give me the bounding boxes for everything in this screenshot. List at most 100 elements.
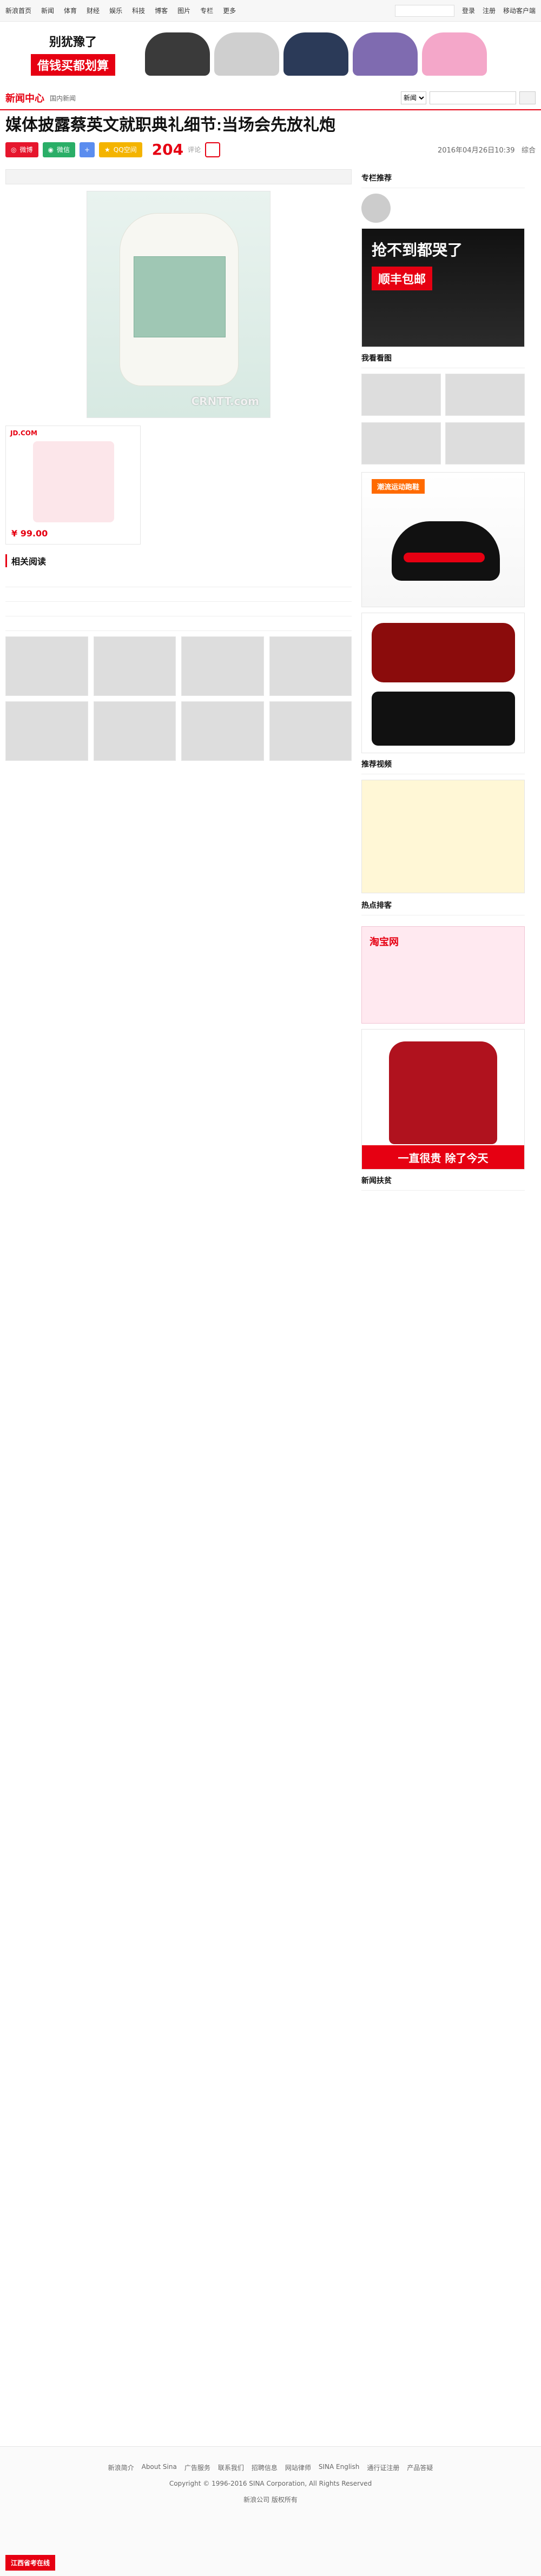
footer-link[interactable]: 联系我们 bbox=[218, 2463, 244, 2472]
side-column: 专栏推荐 抢不到都哭了 顺丰包邮 我看看图 潮流运动跑鞋 推荐视频 热点排客 淘… bbox=[361, 169, 525, 1196]
footer-link[interactable]: SINA English bbox=[319, 2463, 360, 2472]
related-item[interactable] bbox=[5, 616, 352, 631]
side-grid-item[interactable] bbox=[445, 422, 525, 467]
related-item[interactable] bbox=[5, 573, 352, 587]
topnav-item[interactable]: 专栏 bbox=[200, 6, 213, 15]
side-grid-item[interactable] bbox=[445, 374, 525, 418]
my-title-text: 我看看图 bbox=[361, 354, 392, 363]
topnav-item[interactable]: 娱乐 bbox=[109, 6, 122, 15]
thumbnail[interactable] bbox=[269, 636, 352, 696]
side-ad-taobao-title: 淘宝网 bbox=[370, 937, 399, 948]
hot-title-text: 热点排客 bbox=[361, 901, 392, 910]
side-ad-taobao[interactable]: 淘宝网 bbox=[361, 926, 525, 1024]
footer-link[interactable]: 网站律师 bbox=[285, 2463, 311, 2472]
side-ad-car-shirt[interactable] bbox=[361, 613, 525, 753]
topnav-search[interactable] bbox=[394, 4, 454, 17]
jd-ad[interactable]: JD.COM ¥ 99.00 bbox=[5, 426, 141, 545]
thumbnail[interactable] bbox=[181, 701, 264, 761]
article-title: 媒体披露蔡英文就职典礼细节:当场会先放礼炮 bbox=[5, 116, 335, 134]
channel-search-button[interactable] bbox=[519, 91, 536, 104]
footer-link[interactable]: About Sina bbox=[142, 2463, 177, 2472]
weibo-icon: ◎ bbox=[11, 145, 17, 154]
share-qzone-button[interactable]: ★ QQ空间 bbox=[99, 142, 142, 157]
plus-icon: + bbox=[84, 145, 90, 154]
side-ad-car-image bbox=[372, 623, 515, 682]
top-ad-banner[interactable]: 别犹豫了 借钱买都划算 bbox=[0, 22, 541, 87]
channel-search-input[interactable] bbox=[430, 91, 516, 104]
topnav-right: 登录 注册 移动客户端 bbox=[394, 4, 536, 17]
copyright-2: 新浪公司 版权所有 bbox=[243, 2496, 298, 2504]
topnav-item[interactable]: 博客 bbox=[155, 6, 168, 15]
share-bar: ◎ 微博 ◉ 微信 + ★ QQ空间 204 评论 2016年04月26日10:39 … bbox=[0, 135, 541, 164]
topnav-item[interactable]: 科技 bbox=[132, 6, 145, 15]
channel-logo[interactable]: 新闻中心 bbox=[5, 91, 44, 105]
side-grid-item[interactable] bbox=[361, 422, 441, 467]
ad-product-image bbox=[283, 32, 348, 76]
footer-link[interactable]: 产品答疑 bbox=[407, 2463, 433, 2472]
ad-cta[interactable]: 借钱买都划算 bbox=[30, 54, 115, 76]
thumbnail[interactable] bbox=[5, 636, 88, 696]
content-columns: CRNTT.com JD.COM ¥ 99.00 相关阅读 专栏推荐 抢不到都哭… bbox=[0, 164, 541, 1201]
side-ad-button[interactable]: 顺丰包邮 bbox=[372, 267, 433, 290]
avatar bbox=[361, 194, 391, 223]
side-ad-shirt-bar: 一直很贵 除了今天 bbox=[362, 1145, 524, 1169]
thumbnail[interactable] bbox=[5, 701, 88, 761]
thumbnail[interactable] bbox=[93, 701, 176, 761]
side-ad-shoe[interactable]: 潮流运动跑鞋 bbox=[361, 472, 525, 607]
ad-copy: 别犹豫了 借钱买都划算 bbox=[5, 24, 141, 84]
related-item[interactable] bbox=[5, 587, 352, 602]
new-title: 新闻扶贫 bbox=[361, 1175, 525, 1191]
ad-title: 别犹豫了 bbox=[49, 36, 97, 49]
edit-icon[interactable] bbox=[205, 142, 221, 157]
headline: 媒体披露蔡英文就职典礼细节:当场会先放礼炮 bbox=[0, 110, 541, 135]
article-side-text bbox=[147, 426, 352, 545]
footer-link[interactable]: 广告服务 bbox=[184, 2463, 210, 2472]
topnav-item[interactable]: 更多 bbox=[223, 6, 236, 15]
topnav-item[interactable]: 财经 bbox=[87, 6, 100, 15]
topnav-item[interactable]: 体育 bbox=[64, 6, 77, 15]
side-ad-shirt-image bbox=[389, 1041, 497, 1144]
login-link[interactable]: 登录 bbox=[462, 6, 475, 15]
mobile-link[interactable]: 移动客户端 bbox=[503, 6, 536, 15]
footer-link[interactable]: 招聘信息 bbox=[252, 2463, 278, 2472]
rec-title-text: 推荐视频 bbox=[361, 760, 392, 769]
thumbnail[interactable] bbox=[93, 636, 176, 696]
topnav-item[interactable]: 新浪首页 bbox=[5, 6, 31, 15]
share-weibo-button[interactable]: ◎ 微博 bbox=[5, 142, 38, 157]
page: 新浪首页 新闻 体育 财经 娱乐 科技 博客 图片 专栏 更多 登录 注册 移动… bbox=[0, 0, 541, 2576]
rec-video-card[interactable] bbox=[361, 780, 525, 893]
comment-count[interactable]: 204 bbox=[152, 141, 183, 158]
related-title: 相关阅读 bbox=[5, 554, 352, 567]
side-ad-text: 抢不到都哭了 bbox=[372, 241, 463, 259]
thumbnail[interactable] bbox=[181, 636, 264, 696]
jd-product-image bbox=[33, 441, 114, 522]
expert-row[interactable] bbox=[361, 194, 525, 223]
comment-label: 评论 bbox=[188, 146, 201, 154]
flash-hint-bar bbox=[5, 169, 352, 184]
hero-image: CRNTT.com bbox=[87, 191, 270, 418]
side-grid-image bbox=[361, 374, 441, 416]
side-ad-shirt-image bbox=[372, 692, 515, 746]
share-wechat-label: 微信 bbox=[56, 146, 70, 154]
related-item[interactable] bbox=[5, 602, 352, 616]
thumbnail[interactable] bbox=[269, 701, 352, 761]
share-wechat-button[interactable]: ◉ 微信 bbox=[42, 142, 75, 157]
footer-link[interactable]: 通行证注册 bbox=[367, 2463, 399, 2472]
side-ad-shoe-image bbox=[392, 521, 500, 581]
topnav-item[interactable]: 图片 bbox=[177, 6, 190, 15]
footer-link[interactable]: 新浪简介 bbox=[108, 2463, 134, 2472]
side-grid-item[interactable] bbox=[361, 374, 441, 418]
copyright: Copyright © 1996-2016 SINA Corporation, … bbox=[169, 2480, 372, 2487]
topnav-item[interactable]: 新闻 bbox=[41, 6, 54, 15]
register-link[interactable]: 注册 bbox=[483, 6, 496, 15]
side-ad-shirt[interactable]: 一直很贵 除了今天 bbox=[361, 1029, 525, 1170]
side-ad-belt[interactable]: 抢不到都哭了 顺丰包邮 bbox=[361, 228, 525, 347]
publish-source: 综合 bbox=[521, 147, 536, 155]
channel-name[interactable]: 国内新闻 bbox=[50, 94, 76, 103]
bottom-cta-button[interactable]: 江西省考在线 bbox=[5, 2555, 56, 2571]
share-plus-button[interactable]: + bbox=[80, 142, 95, 157]
channel-bar: 新闻中心 国内新闻 新闻 bbox=[0, 87, 541, 110]
bottom-bar: 江西省考在线 bbox=[5, 2555, 56, 2571]
side-image-grid bbox=[361, 374, 525, 467]
channel-search-select[interactable]: 新闻 bbox=[401, 91, 426, 104]
